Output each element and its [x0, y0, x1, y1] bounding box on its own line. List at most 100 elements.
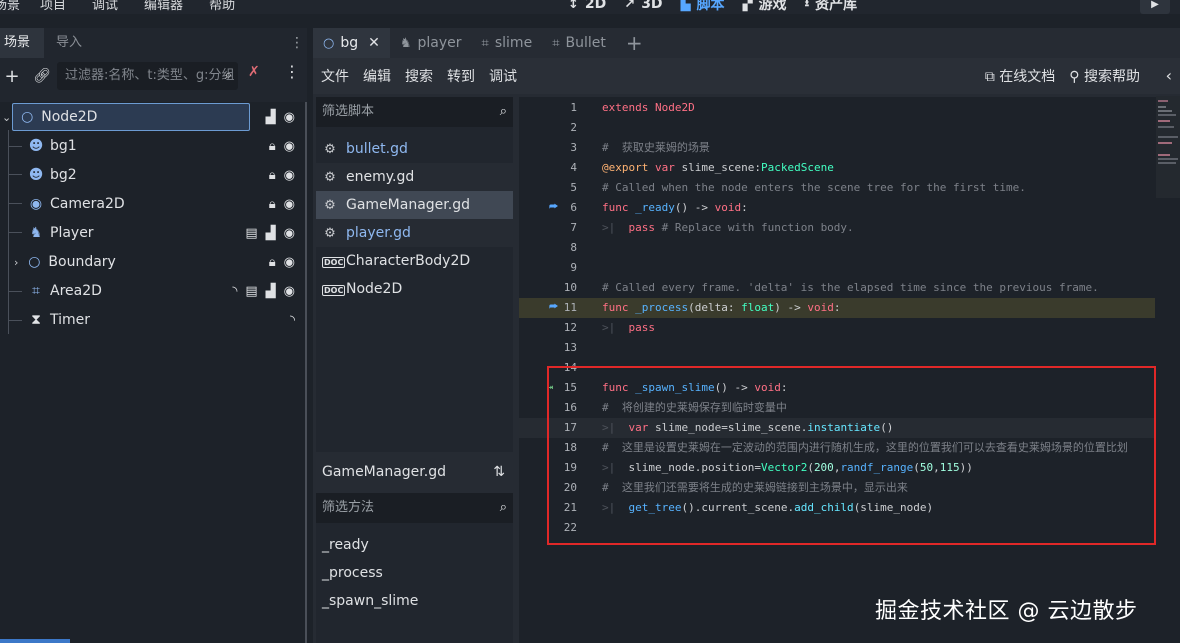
more-icon[interactable]: ⋮	[284, 62, 300, 81]
script-icon[interactable]: ▟	[266, 284, 276, 299]
search-icon: ⌕	[499, 104, 507, 119]
code-token: slime_scene:	[681, 161, 761, 174]
code-line: 10 # Called every frame. 'delta' is the e…	[519, 278, 1155, 298]
area-icon: ⌗	[481, 35, 489, 51]
method-item-process[interactable]: _process	[316, 559, 513, 587]
method-item-ready[interactable]: _ready	[316, 531, 513, 559]
menu-search[interactable]: 搜索	[405, 66, 433, 86]
menu-scene[interactable]: 场景	[0, 0, 20, 13]
lock-icon[interactable]: 🔒︎	[269, 197, 276, 212]
tab-player[interactable]: ♞ player	[390, 28, 472, 58]
link-icon[interactable]: 🔗︎	[30, 64, 54, 88]
tab-import[interactable]: 导入	[50, 28, 88, 58]
visibility-eye-icon[interactable]: ◉	[284, 255, 295, 270]
script-name: bullet.gd	[346, 141, 408, 157]
menu-debug[interactable]: 调试	[489, 66, 517, 86]
close-icon[interactable]: ✕	[368, 35, 380, 51]
code-line: 5 # Called when the node enters the scene…	[519, 178, 1155, 198]
workspace-game[interactable]: ▞ 游戏	[743, 0, 787, 14]
tree-node-bg2[interactable]: ☻ bg2 🔒︎ ◉	[0, 161, 305, 189]
menu-project[interactable]: 项目	[40, 0, 66, 13]
online-docs-button[interactable]: ⧉ 在线文档	[985, 66, 1055, 86]
script-name: enemy.gd	[346, 169, 415, 185]
tab-scene[interactable]: 场景	[0, 28, 44, 58]
tree-node-player[interactable]: ♞ Player ▤ ▟ ◉	[0, 219, 305, 247]
tree-node-node2d[interactable]: ⌄ ○ Node2D ▟ ◉	[0, 103, 305, 131]
visibility-eye-icon[interactable]: ◉	[284, 168, 295, 183]
script-filter-input[interactable]: 筛选脚本 ⌕	[316, 97, 513, 127]
code-comment: # Called every frame. 'delta' is the ela…	[602, 281, 1099, 294]
doc-item-characterbody2d[interactable]: DOC CharacterBody2D	[316, 247, 513, 275]
workspace-assetlib[interactable]: ⭳ 资产库	[805, 0, 858, 14]
script-editor: ○ bg ✕ ♞ player ⌗ slime ⌗ Bullet + 文件 编辑…	[313, 28, 1180, 643]
tree-node-bg1[interactable]: ☻ bg1 🔒︎ ◉	[0, 132, 305, 160]
add-tab-button[interactable]: +	[616, 28, 653, 58]
signal-icon[interactable]: ◝	[232, 284, 237, 299]
script-item-enemy[interactable]: ⚙ enemy.gd	[316, 163, 513, 191]
script-item-bullet[interactable]: ⚙ bullet.gd	[316, 135, 513, 163]
menu-debug[interactable]: 调试	[92, 0, 118, 13]
line-text: extends Node2D	[602, 98, 695, 118]
current-script-label: GameManager.gd	[322, 464, 446, 480]
sort-icon[interactable]: ⇅	[493, 457, 505, 487]
remove-script-icon[interactable]: ✗	[248, 64, 260, 80]
lock-icon[interactable]: 🔒︎	[269, 255, 276, 270]
method-filter-placeholder: 筛选方法	[322, 500, 375, 515]
tree-node-boundary[interactable]: › ○ Boundary 🔒︎ ◉	[0, 248, 305, 276]
visibility-eye-icon[interactable]: ◉	[284, 110, 295, 125]
workspace-script[interactable]: ▙ 脚本	[681, 0, 725, 14]
menu-edit[interactable]: 编辑	[363, 66, 391, 86]
script-icon[interactable]: ▟	[266, 110, 276, 125]
clapper-icon[interactable]: ▤	[245, 226, 257, 241]
script-icon[interactable]: ▟	[266, 226, 276, 241]
lock-icon[interactable]: 🔒︎	[269, 168, 276, 183]
collapse-panel-icon[interactable]: ‹	[1166, 66, 1172, 85]
visibility-eye-icon[interactable]: ◉	[284, 197, 295, 212]
menu-file[interactable]: 文件	[321, 66, 349, 86]
dock-menu-icon[interactable]: ⋮	[290, 35, 304, 51]
doc-item-node2d[interactable]: DOC Node2D	[316, 275, 513, 303]
character-icon: ♞	[399, 35, 412, 51]
menu-editor[interactable]: 编辑器	[144, 0, 183, 13]
workspace-3d[interactable]: ↗ 3D	[624, 0, 662, 14]
tab-slime[interactable]: ⌗ slime	[472, 28, 543, 58]
visibility-eye-icon[interactable]: ◉	[284, 284, 295, 299]
menu-help[interactable]: 帮助	[209, 0, 235, 13]
workspace-script-label: 脚本	[696, 0, 725, 13]
node-actions: ▤ ▟ ◉	[245, 226, 295, 241]
line-number: 4	[570, 161, 577, 174]
tab-bg[interactable]: ○ bg ✕	[313, 28, 390, 58]
tree-node-area2d[interactable]: ⌗ Area2D ◝ ▤ ▟ ◉	[0, 277, 305, 305]
code-token: float	[741, 301, 775, 314]
search-help-button[interactable]: ⚲ 搜索帮助	[1069, 66, 1140, 86]
signal-icon[interactable]: ◝	[290, 313, 295, 328]
add-node-icon[interactable]: +	[0, 64, 24, 88]
download-icon: ⭳	[804, 0, 810, 10]
workspace-game-label: 游戏	[758, 0, 787, 13]
script-list-panel: 筛选脚本 ⌕ ⚙ bullet.gd ⚙ enemy.gd ⚙ GameManager…	[316, 97, 513, 452]
menu-goto[interactable]: 转到	[447, 66, 475, 86]
tab-bullet[interactable]: ⌗ Bullet	[542, 28, 616, 58]
node-filter-input[interactable]: 过滤器:名称、t:类型、g:分组 ⌕	[57, 62, 238, 90]
script-item-player[interactable]: ⚙ player.gd	[316, 219, 513, 247]
script-item-gamemanager[interactable]: ⚙ GameManager.gd	[316, 191, 513, 219]
tree-node-camera2d[interactable]: ◉ Camera2D 🔒︎ ◉	[0, 190, 305, 218]
node-filter-placeholder: 过滤器:名称、t:类型、g:分组	[65, 68, 235, 83]
top-bar: 场景 项目 调试 编辑器 帮助 ↕ 2D ↗ 3D ▙ 脚本 ▞ 游戏 ⭳ 资产库 ▶	[0, 0, 1180, 14]
code-token: void	[714, 201, 742, 214]
scrollbar[interactable]	[305, 102, 307, 643]
method-item-spawn-slime[interactable]: _spawn_slime	[316, 587, 513, 615]
method-filter-input[interactable]: 筛选方法 ⌕	[316, 493, 513, 523]
method-list-panel: 筛选方法 ⌕ _ready _process _spawn_slime	[316, 493, 513, 643]
code-minimap[interactable]	[1156, 96, 1180, 198]
play-button[interactable]: ▶	[1140, 0, 1170, 14]
clapper-icon[interactable]: ▤	[245, 284, 257, 299]
workspace-2d[interactable]: ↕ 2D	[568, 0, 606, 14]
code-token: (delta:	[688, 301, 742, 314]
tree-node-timer[interactable]: ⧗ Timer ◝	[0, 306, 305, 334]
collapse-arrow-icon[interactable]: ⌄	[2, 111, 11, 124]
expand-arrow-icon[interactable]: ›	[14, 256, 18, 269]
visibility-eye-icon[interactable]: ◉	[284, 226, 295, 241]
visibility-eye-icon[interactable]: ◉	[284, 139, 295, 154]
lock-icon[interactable]: 🔒︎	[269, 139, 276, 154]
